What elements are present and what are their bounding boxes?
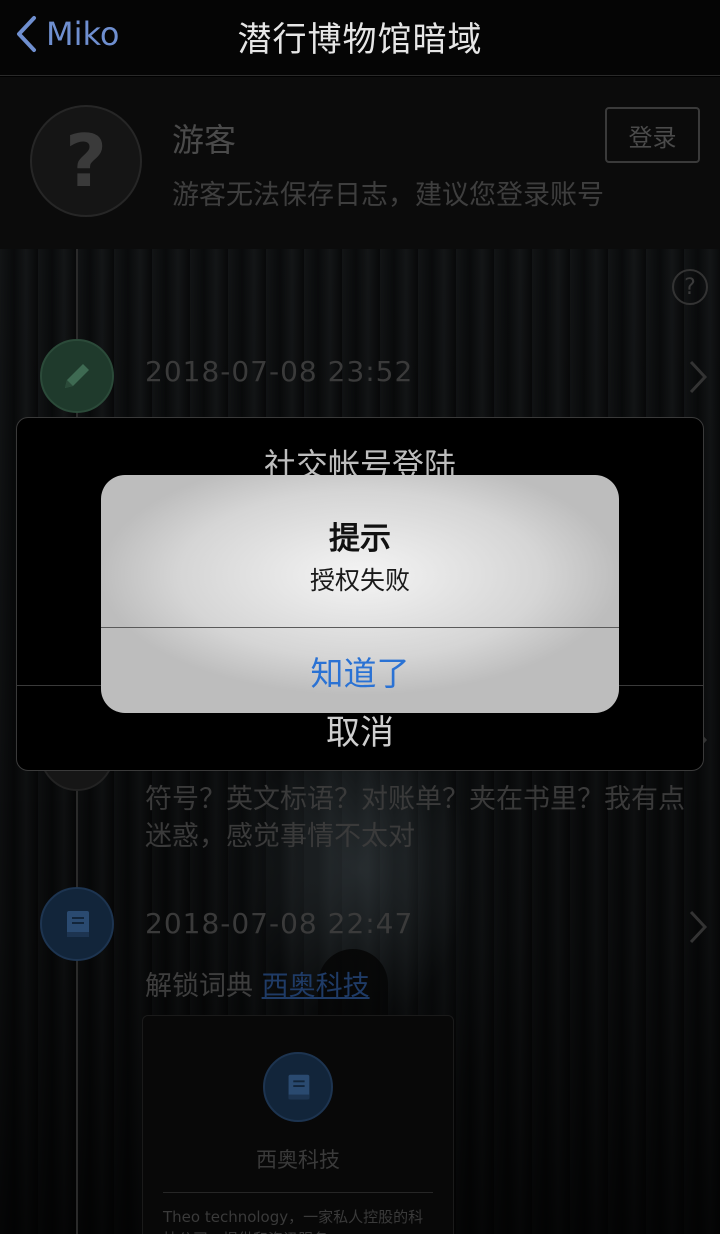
alert-title: 提示 [329,521,391,557]
guest-hint: 游客无法保存日志，建议您登录账号 [172,180,604,211]
card-divider [163,1192,433,1193]
book-icon [40,887,114,961]
page-title: 潜行博物馆暗域 [237,20,483,60]
dictionary-link[interactable]: 西奥科技 [262,971,370,1002]
entry-date: 2018-07-08 22:47 [145,907,414,940]
unlock-dictionary: 解锁词典 西奥科技 [145,964,370,1003]
card-title: 西奥科技 [256,1148,340,1172]
nav-bar: Miko 潜行博物馆暗域 [0,0,720,76]
entry-note: 符号？英文标语？对账单？夹在书里？我有点迷惑，感觉事情不太对 [145,784,685,852]
alert-dialog: 提示 授权失败 知道了 [101,475,619,713]
help-icon[interactable]: ? [672,269,708,305]
login-button[interactable]: 登录 [605,107,700,163]
ok-button[interactable]: 知道了 [101,628,619,713]
entry-date: 2018-07-08 23:52 [145,355,414,388]
chevron-right-icon[interactable] [688,909,708,945]
alert-message: 授权失败 [309,566,410,595]
avatar: ? [30,105,142,217]
book-icon [263,1052,333,1122]
pencil-icon [40,339,114,413]
card-description: Theo technology，一家私人控股的科技公司，提供和资讯服务 [163,1208,424,1234]
unlock-label: 解锁词典 [145,971,253,1002]
user-header: ? 游客 游客无法保存日志，建议您登录账号 登录 [0,77,720,249]
guest-name: 游客 [172,121,237,159]
dictionary-card[interactable]: 西奥科技 Theo technology，一家私人控股的科技公司，提供和资讯服务 [142,1015,454,1234]
chevron-right-icon[interactable] [688,359,708,395]
